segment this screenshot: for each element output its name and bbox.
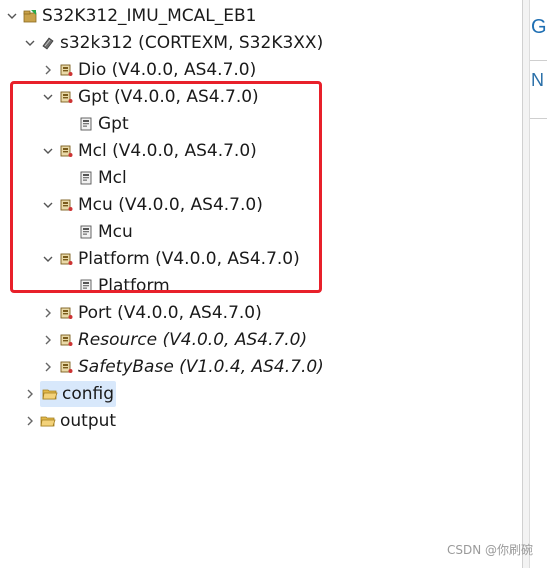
watermark: CSDN @你刷碗 <box>446 543 533 557</box>
tree-item-config-platform[interactable]: Platform <box>78 273 170 299</box>
module-icon <box>58 143 74 159</box>
config-container-icon <box>78 116 94 132</box>
module-icon <box>58 251 74 267</box>
chevron-right-icon[interactable] <box>24 408 36 434</box>
tree-item-label: Mcu <box>98 222 133 242</box>
tree-item-label: Gpt <box>98 114 129 134</box>
tree-item-module-port[interactable]: Port (V4.0.0, AS4.7.0) <box>42 300 262 326</box>
tree-item-module-mcu[interactable]: Mcu (V4.0.0, AS4.7.0) <box>42 192 263 218</box>
tree-item-label: Platform <box>98 276 170 296</box>
tree-item-label: Mcl (V4.0.0, AS4.7.0) <box>78 141 257 161</box>
tree-item-module-resource[interactable]: Resource (V4.0.0, AS4.7.0) <box>42 327 307 353</box>
tree-item-label: Dio (V4.0.0, AS4.7.0) <box>78 60 257 80</box>
chevron-down-icon[interactable] <box>42 138 54 164</box>
chevron-right-icon[interactable] <box>42 354 54 380</box>
tree-item-label: S32K312_IMU_MCAL_EB1 <box>42 6 257 26</box>
folder-open-icon <box>40 413 56 429</box>
adjacent-panel-content: G N <box>529 0 547 568</box>
tree-item-config-mcl[interactable]: Mcl <box>78 165 127 191</box>
project-icon <box>22 8 38 24</box>
tree-item-module-mcl[interactable]: Mcl (V4.0.0, AS4.7.0) <box>42 138 257 164</box>
chevron-down-icon[interactable] <box>42 84 54 110</box>
config-container-icon <box>78 170 94 186</box>
chevron-down-icon[interactable] <box>42 192 54 218</box>
tree-item-label: s32k312 (CORTEXM, S32K3XX) <box>60 33 324 53</box>
module-icon <box>58 332 74 348</box>
panel-text-fragment: N <box>531 70 544 90</box>
tree-item-folder-output[interactable]: output <box>24 408 116 434</box>
chevron-right-icon[interactable] <box>24 381 36 407</box>
selection-highlight: config <box>40 381 117 407</box>
chevron-down-icon[interactable] <box>24 30 36 56</box>
tree-item-label: output <box>60 411 117 431</box>
config-container-icon <box>78 278 94 294</box>
adjacent-panel: G N <box>522 0 547 568</box>
chevron-right-icon[interactable] <box>42 300 54 326</box>
chevron-down-icon[interactable] <box>6 3 18 29</box>
chevron-right-icon[interactable] <box>42 327 54 353</box>
tree-item-label: Gpt (V4.0.0, AS4.7.0) <box>78 87 259 107</box>
tree-item-ecu-config[interactable]: s32k312 (CORTEXM, S32K3XX) <box>24 30 323 56</box>
tree-item-project-root[interactable]: S32K312_IMU_MCAL_EB1 <box>6 3 257 29</box>
tree-item-label: Platform (V4.0.0, AS4.7.0) <box>78 249 300 269</box>
tree-item-label: Mcu (V4.0.0, AS4.7.0) <box>78 195 263 215</box>
tree-item-label: config <box>62 384 115 404</box>
chevron-right-icon[interactable] <box>42 57 54 83</box>
tree-item-config-mcu[interactable]: Mcu <box>78 219 133 245</box>
module-icon <box>58 89 74 105</box>
module-icon <box>58 62 74 78</box>
chevron-down-icon[interactable] <box>42 246 54 272</box>
tree-item-label: Port (V4.0.0, AS4.7.0) <box>78 303 262 323</box>
module-icon <box>58 359 74 375</box>
tree-item-module-safetybase[interactable]: SafetyBase (V1.0.4, AS4.7.0) <box>42 354 324 380</box>
module-icon <box>58 305 74 321</box>
tree-item-label: SafetyBase (V1.0.4, AS4.7.0) <box>78 357 324 377</box>
module-icon <box>58 197 74 213</box>
tree-item-module-platform[interactable]: Platform (V4.0.0, AS4.7.0) <box>42 246 300 272</box>
tree-item-label: Resource (V4.0.0, AS4.7.0) <box>78 330 308 350</box>
tree-item-module-dio[interactable]: Dio (V4.0.0, AS4.7.0) <box>42 57 256 83</box>
divider <box>530 60 547 61</box>
panel-title-fragment: G <box>531 16 547 38</box>
divider <box>530 118 547 119</box>
config-container-icon <box>78 224 94 240</box>
project-explorer-tree: S32K312_IMU_MCAL_EB1 s32k312 (CORTEXM, S… <box>0 0 520 568</box>
folder-open-icon <box>42 386 58 402</box>
tree-item-module-gpt[interactable]: Gpt (V4.0.0, AS4.7.0) <box>42 84 259 110</box>
tree-item-config-gpt[interactable]: Gpt <box>78 111 129 137</box>
chip-icon <box>40 35 56 51</box>
tree-item-folder-config[interactable]: config <box>24 381 117 407</box>
tree-item-label: Mcl <box>98 168 127 188</box>
